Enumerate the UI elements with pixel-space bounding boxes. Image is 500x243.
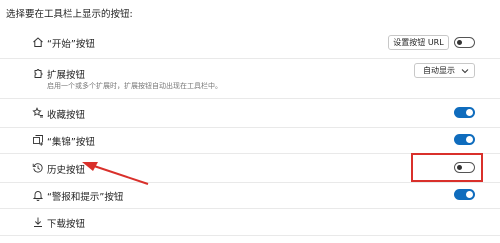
select-value: 自动显示	[423, 66, 455, 75]
toggle-knob	[466, 109, 473, 116]
row-label: “开始”按钮	[47, 39, 95, 50]
row-favorites-button: 收藏按钮	[0, 99, 500, 128]
set-button-url-button[interactable]: 设置按钮 URL	[388, 35, 449, 50]
row-alerts-tips-button: “警报和提示”按钮	[0, 183, 500, 209]
bell-icon	[32, 189, 44, 201]
collections-button-toggle[interactable]	[454, 134, 475, 145]
home-icon	[32, 36, 44, 48]
alerts-tips-button-toggle[interactable]	[454, 189, 475, 200]
row-download-button: 下载按钮	[0, 209, 500, 236]
annotation-arrow	[82, 162, 149, 185]
collections-icon	[32, 134, 44, 146]
extensions-display-select[interactable]: 自动显示	[414, 63, 475, 78]
row-collections-button: “集锦”按钮	[0, 128, 500, 154]
puzzle-icon	[32, 68, 44, 80]
home-button-toggle[interactable]	[454, 37, 475, 48]
section-heading: 选择要在工具栏上显示的按钮:	[6, 9, 133, 20]
favorites-star-icon	[32, 107, 44, 119]
download-icon	[32, 216, 44, 228]
row-label: 收藏按钮	[47, 110, 86, 121]
row-label: “警报和提示”按钮	[47, 192, 124, 203]
history-icon	[32, 162, 44, 174]
annotation-highlight-box	[411, 153, 483, 182]
favorites-button-toggle[interactable]	[454, 107, 475, 118]
toolbar-settings-panel: 选择要在工具栏上显示的按钮: “开始”按钮 设置按钮 URL 扩展按钮 启用一个…	[0, 0, 500, 243]
row-label: “集锦”按钮	[47, 137, 95, 148]
chevron-down-icon	[461, 69, 469, 74]
row-description: 启用一个或多个扩展时，扩展按钮自动出现在工具栏中。	[47, 82, 222, 90]
toggle-knob	[457, 40, 462, 45]
toggle-knob	[466, 136, 473, 143]
row-label: 扩展按钮	[47, 70, 86, 81]
row-label: 下载按钮	[47, 219, 86, 230]
toggle-knob	[466, 191, 473, 198]
